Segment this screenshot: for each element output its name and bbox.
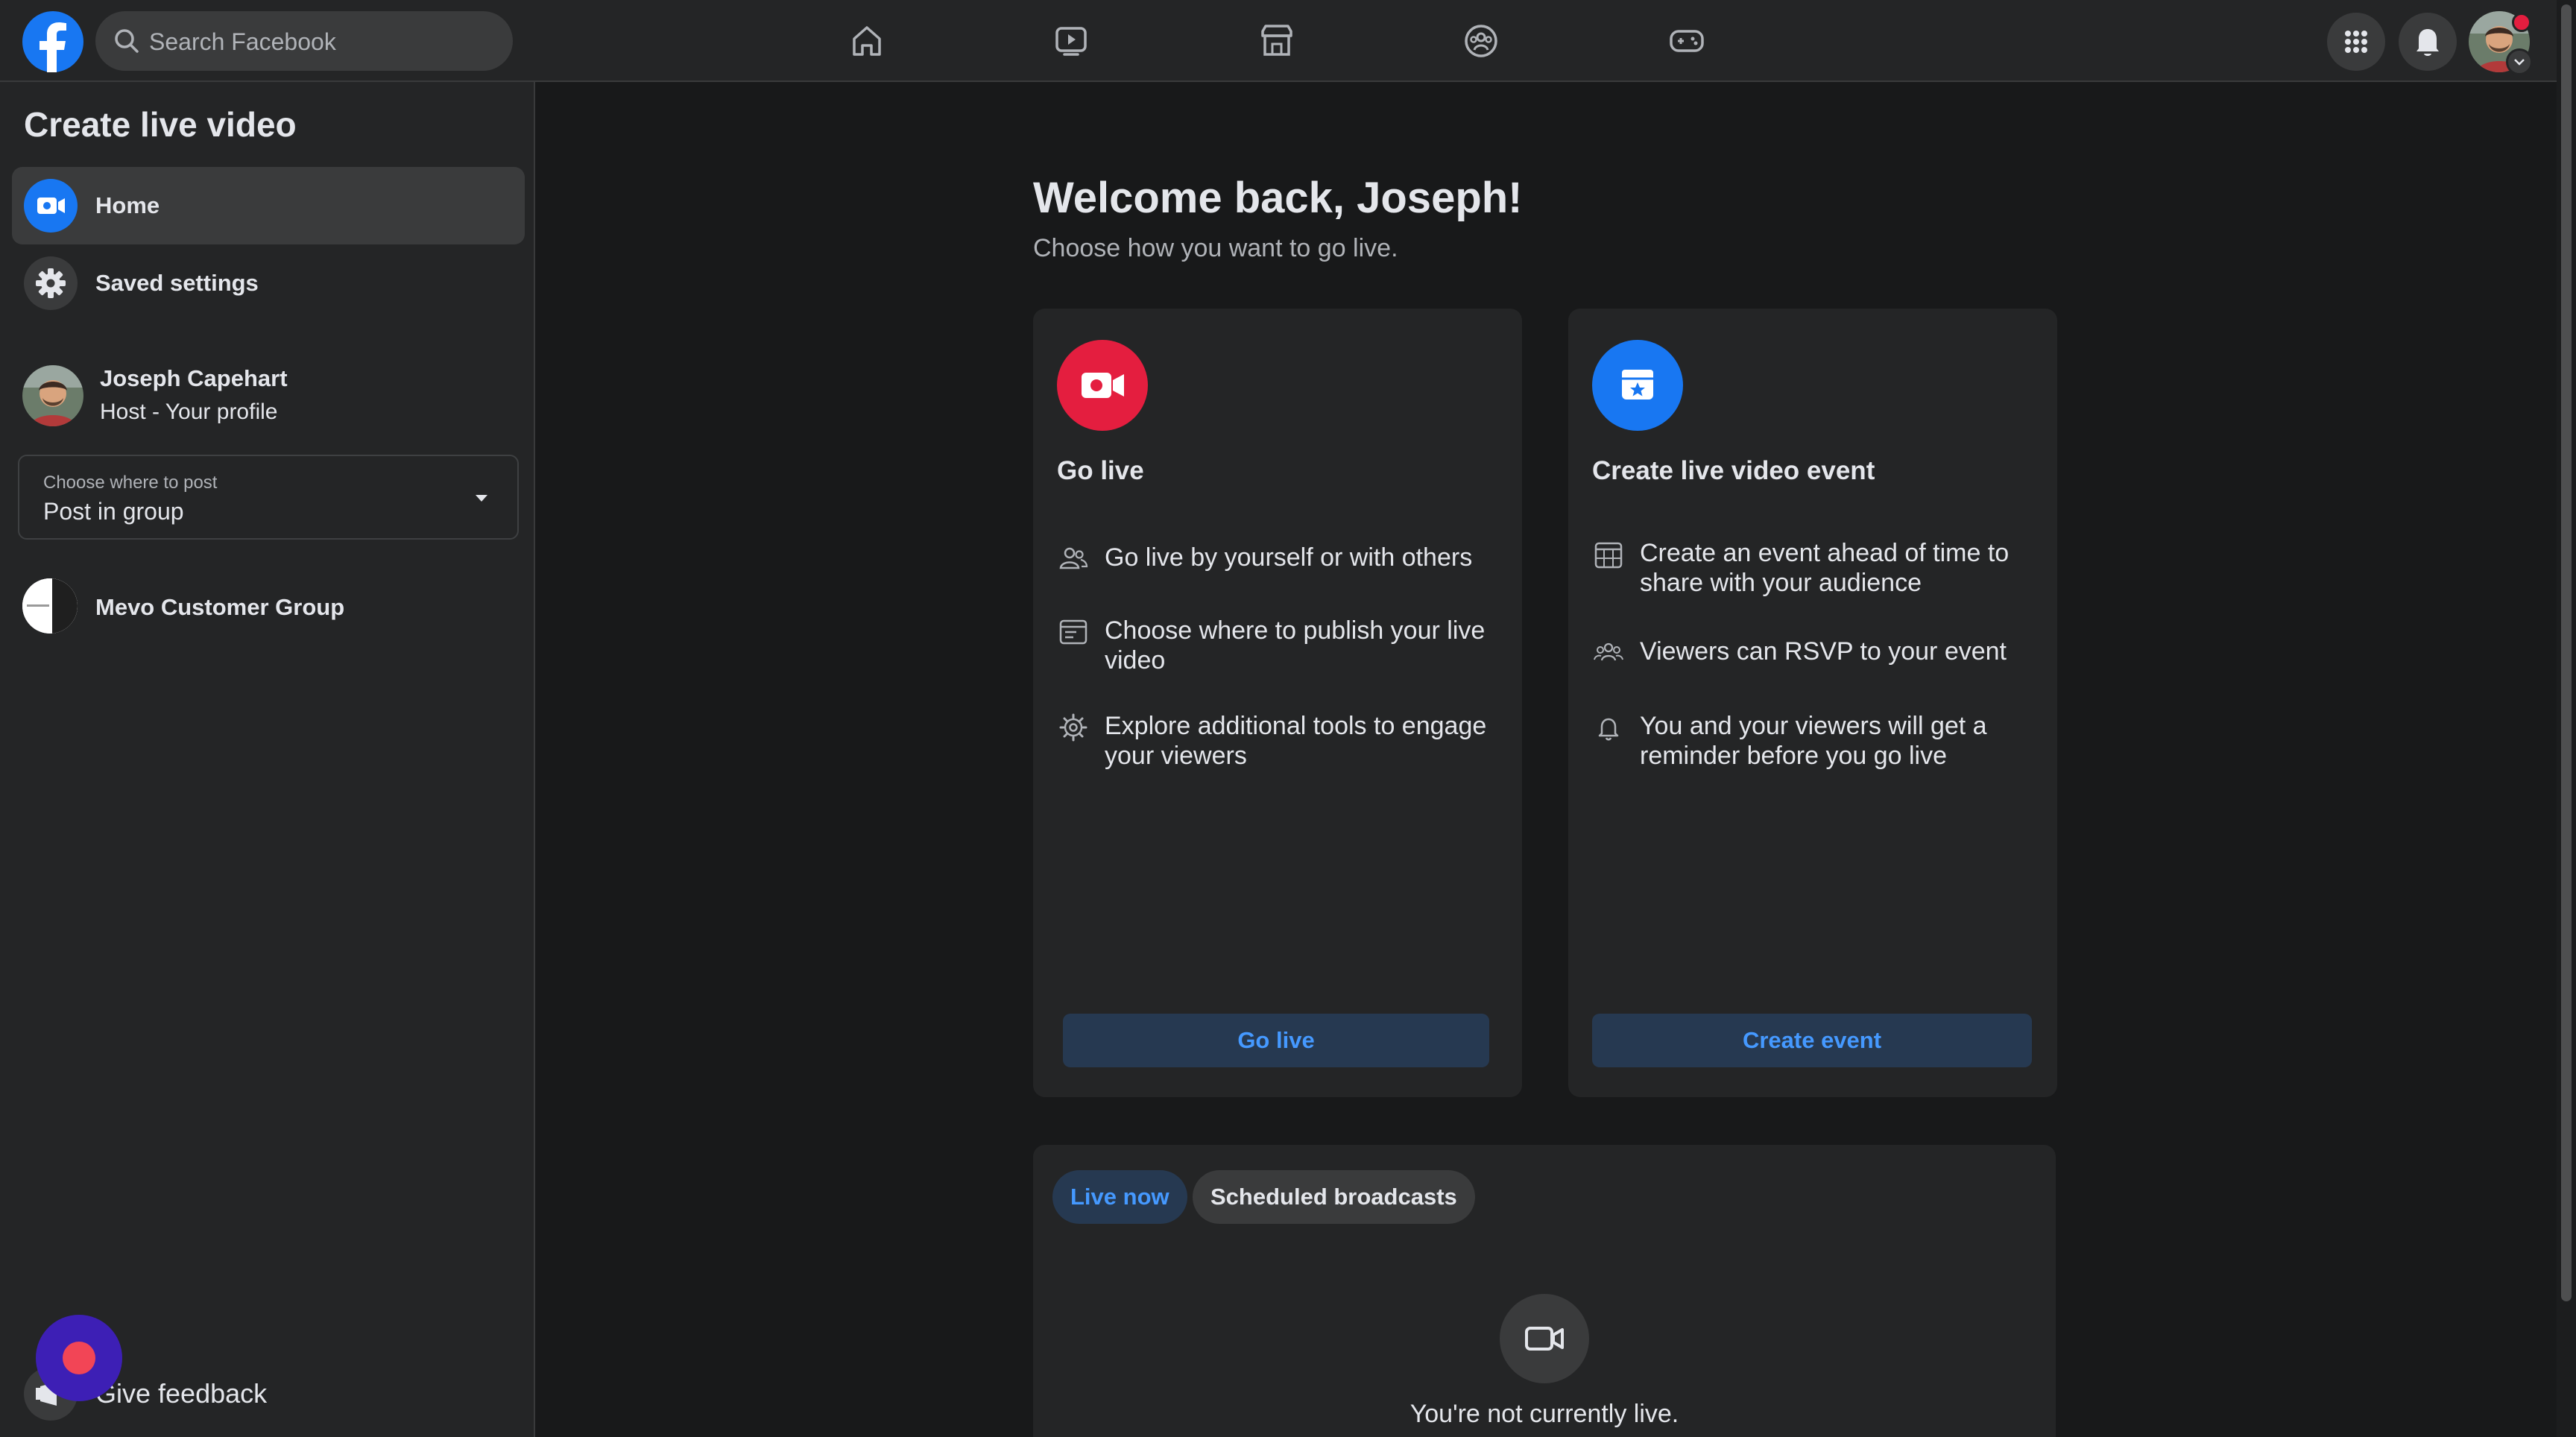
create-event-card: Create live video event Create an event …: [1568, 309, 2057, 1097]
live-camera-icon: [24, 179, 78, 233]
sidebar-title: Create live video: [24, 105, 297, 144]
sidebar-item-label: Home: [95, 192, 160, 218]
feature-item: Viewers can RSVP to your event: [1592, 637, 2039, 681]
welcome-title: Welcome back, Joseph!: [1033, 174, 1523, 222]
gear-icon: [24, 256, 78, 310]
post-destination-caption: Choose where to post: [43, 473, 218, 493]
search-input[interactable]: [148, 11, 501, 72]
recording-indicator[interactable]: [36, 1315, 122, 1401]
video-nav-icon[interactable]: [1046, 16, 1096, 66]
gear-icon: [1057, 711, 1090, 744]
sidebar-item-home[interactable]: Home: [12, 167, 525, 244]
feature-text: Viewers can RSVP to your event: [1640, 637, 2007, 666]
broadcasts-panel: Live now Scheduled broadcasts You're not…: [1033, 1145, 2056, 1437]
gaming-nav-icon[interactable]: [1662, 16, 1711, 66]
host-profile: Joseph Capehart Host - Your profile: [22, 358, 514, 432]
host-name: Joseph Capehart: [100, 365, 288, 391]
host-avatar: [22, 365, 83, 426]
tab-live-now[interactable]: Live now: [1052, 1170, 1187, 1224]
feature-text: Explore additional tools to engage your …: [1105, 712, 1487, 770]
groups-nav-icon[interactable]: [1456, 16, 1506, 66]
sidebar-item-label: Saved settings: [95, 270, 259, 296]
post-destination-value: Post in group: [43, 498, 184, 525]
bell-icon: [1592, 711, 1625, 744]
feature-text: Choose where to publish your live video: [1105, 616, 1486, 675]
page-scrollbar-thumb[interactable]: [2561, 4, 2572, 1301]
people-icon: [1057, 543, 1090, 575]
group-people-icon: [1592, 637, 1625, 669]
feature-text: Create an event ahead of time to share w…: [1640, 539, 2010, 597]
record-dot-icon: [63, 1342, 95, 1374]
feature-item: Create an event ahead of time to share w…: [1592, 538, 2039, 605]
live-camera-icon: [1057, 340, 1148, 431]
caret-down-icon: [476, 495, 487, 502]
marketplace-nav-icon[interactable]: [1252, 16, 1301, 66]
top-navigation-bar: [0, 0, 2557, 82]
browser-window-icon: [1057, 616, 1090, 648]
left-sidebar: Create live video Home Saved settings Jo…: [0, 82, 535, 1437]
feature-item: You and your viewers will get a reminder…: [1592, 711, 2039, 778]
welcome-subtitle: Choose how you want to go live.: [1033, 234, 1398, 262]
selected-group[interactable]: Mevo Customer Group: [22, 574, 514, 641]
feature-text: Go live by yourself or with others: [1105, 543, 1473, 572]
facebook-logo-icon[interactable]: [22, 11, 83, 72]
account-chevron-icon[interactable]: [2506, 48, 2533, 75]
post-destination-dropdown[interactable]: Choose where to post Post in group: [18, 455, 519, 540]
calendar-star-icon: [1592, 340, 1683, 431]
feature-item: Choose where to publish your live video: [1057, 616, 1504, 683]
feature-item: Explore additional tools to engage your …: [1057, 711, 1504, 778]
home-nav-icon[interactable]: [842, 16, 891, 66]
go-live-button[interactable]: Go live: [1063, 1014, 1489, 1067]
feature-item: Go live by yourself or with others: [1057, 543, 1504, 587]
search-icon: [115, 29, 139, 53]
notifications-bell-icon[interactable]: [2399, 13, 2457, 71]
sidebar-item-saved-settings[interactable]: Saved settings: [12, 244, 525, 322]
search-box[interactable]: [95, 11, 513, 72]
profile-avatar[interactable]: [2469, 11, 2533, 75]
create-event-button[interactable]: Create event: [1592, 1014, 2032, 1067]
group-name: Mevo Customer Group: [95, 594, 345, 620]
go-live-card: Go live Go live by yourself or with othe…: [1033, 309, 1522, 1097]
card-title: Go live: [1057, 456, 1144, 485]
card-title: Create live video event: [1592, 456, 1875, 485]
notification-dot: [2512, 13, 2531, 32]
tab-scheduled-broadcasts[interactable]: Scheduled broadcasts: [1193, 1170, 1475, 1224]
empty-state-text: You're not currently live.: [1409, 1400, 1679, 1428]
menu-grid-icon[interactable]: [2327, 13, 2385, 71]
feature-text: You and your viewers will get a reminder…: [1640, 712, 1987, 770]
video-camera-icon: [1500, 1294, 1589, 1383]
group-avatar: [22, 578, 78, 634]
calendar-grid-icon: [1592, 538, 1625, 571]
host-role: Host - Your profile: [100, 399, 278, 424]
